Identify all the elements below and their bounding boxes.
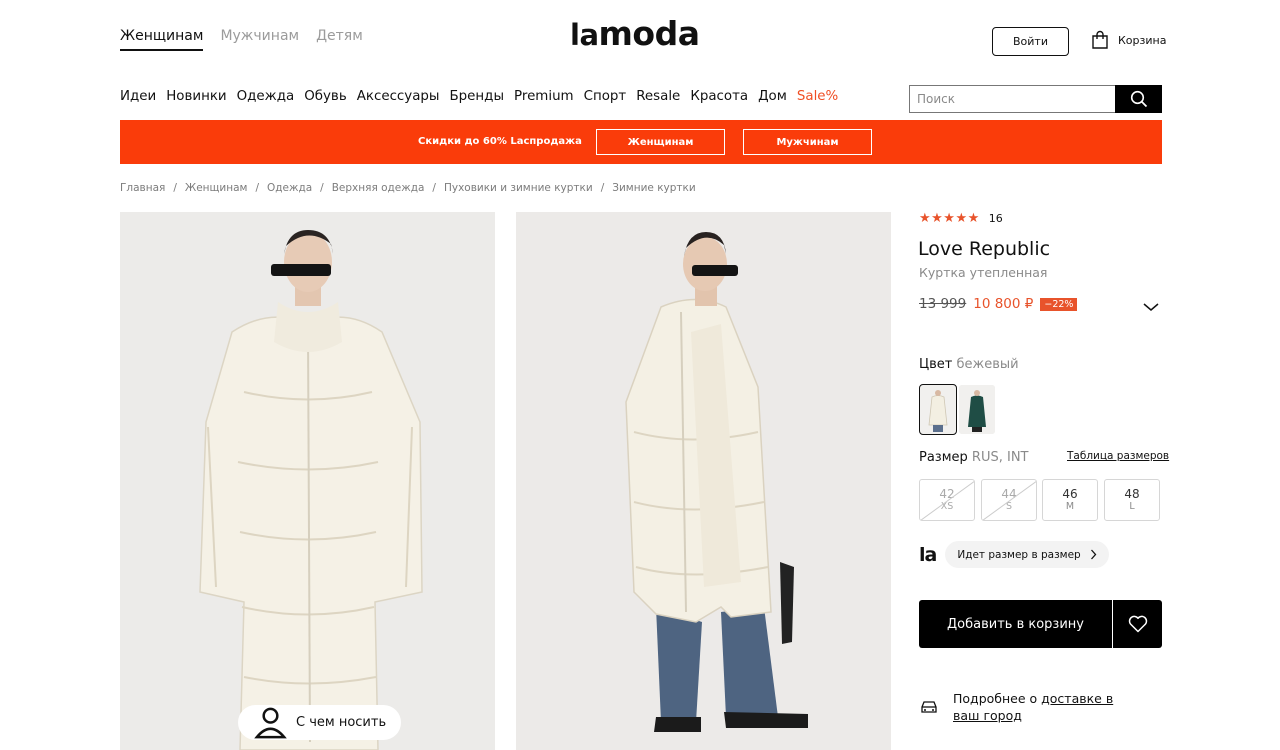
nav-item-accessories[interactable]: Аксессуары <box>357 89 440 104</box>
product-photo-front-image <box>120 212 495 750</box>
product-brand[interactable]: Love Republic <box>918 238 1050 260</box>
size-int: M <box>1065 501 1075 512</box>
main-nav: Идеи Новинки Одежда Обувь Аксессуары Бре… <box>120 89 838 104</box>
breadcrumb-item[interactable]: Главная <box>120 182 165 194</box>
breadcrumb-item[interactable]: Зимние куртки <box>612 182 695 194</box>
how-to-wear-label: С чем носить <box>296 715 387 730</box>
price-row: 13 999 10 800 ₽ −22% <box>919 296 1078 312</box>
new-price: 10 800 ₽ <box>973 296 1034 312</box>
breadcrumb-item[interactable]: Одежда <box>267 182 312 194</box>
cart-label: Корзина <box>1118 33 1167 47</box>
size-rus: 44 <box>1001 487 1017 501</box>
search-box <box>909 85 1162 113</box>
shopping-bag-icon <box>1092 30 1108 49</box>
search-input[interactable] <box>909 85 1115 113</box>
chevron-down-icon <box>1143 303 1159 311</box>
delivery-info: Подробнее о доставке в ваш город <box>919 690 1143 724</box>
size-rus: 48 <box>1124 487 1140 501</box>
chevron-right-icon <box>1090 549 1097 560</box>
person-icon <box>254 707 287 739</box>
discount-badge: −22% <box>1040 297 1078 311</box>
size-label-title: Размер <box>919 450 968 465</box>
product-photo-side[interactable] <box>516 212 891 750</box>
promo-banner: Скидки до 60% Lаспродажа Женщинам Мужчин… <box>120 120 1162 164</box>
rating-stars: ★★★★★ <box>919 211 980 226</box>
nav-item-premium[interactable]: Premium <box>514 89 574 104</box>
nav-item-home[interactable]: Дом <box>758 89 787 104</box>
breadcrumb-separator: / <box>432 182 436 194</box>
nav-item-new[interactable]: Новинки <box>166 89 226 104</box>
search-icon <box>1130 90 1147 108</box>
car-icon <box>921 701 937 713</box>
lamoda-logo[interactable]: lamoda <box>570 14 700 53</box>
size-int: XS <box>940 501 954 512</box>
price-details-toggle[interactable] <box>1142 298 1160 317</box>
nav-item-clothing[interactable]: Одежда <box>237 89 295 104</box>
fit-hint-label: Идет размер в размер <box>957 548 1081 561</box>
breadcrumb-separator: / <box>255 182 260 194</box>
size-int: S <box>1005 501 1013 512</box>
size-option-44[interactable]: 44 S <box>981 479 1037 521</box>
breadcrumb-separator: / <box>173 182 177 194</box>
nav-item-sale[interactable]: Sale% <box>797 89 838 104</box>
fit-hint-pill[interactable]: Идет размер в размер <box>945 541 1109 568</box>
promo-women-button[interactable]: Женщинам <box>596 129 725 155</box>
fit-hint: la Идет размер в размер <box>919 541 1109 568</box>
size-table-link[interactable]: Таблица размеров <box>1067 450 1169 462</box>
gender-tabs: Женщинам Мужчинам Детям <box>120 28 363 51</box>
delivery-text[interactable]: Подробнее о доставке в ваш город <box>953 690 1143 724</box>
coat-thumbnail-beige <box>920 385 956 434</box>
color-label: Цвет бежевый <box>919 357 1019 372</box>
nav-item-shoes[interactable]: Обувь <box>304 89 347 104</box>
product-photo-side-image <box>516 212 891 750</box>
size-rus: 46 <box>1062 487 1078 501</box>
product-type: Куртка утепленная <box>919 265 1048 280</box>
breadcrumb: Главная / Женщинам / Одежда / Верхняя одежд… <box>120 182 696 194</box>
coat-thumbnail-green <box>959 385 995 434</box>
how-to-wear-button[interactable]: С чем носить <box>238 705 402 740</box>
breadcrumb-item[interactable]: Женщинам <box>185 182 248 194</box>
size-option-46[interactable]: 46 M <box>1042 479 1098 521</box>
promo-text: Скидки до 60% Lаспродажа <box>418 136 582 147</box>
breadcrumb-item[interactable]: Пуховики и зимние куртки <box>444 182 593 194</box>
size-rus: 42 <box>939 487 955 501</box>
color-swatch-beige[interactable] <box>919 384 957 435</box>
tab-kids[interactable]: Детям <box>316 28 363 51</box>
nav-item-resale[interactable]: Resale <box>636 89 680 104</box>
logo-suffix: moda <box>598 14 700 53</box>
tab-men[interactable]: Мужчинам <box>220 28 299 51</box>
search-button[interactable] <box>1115 85 1162 113</box>
color-label-title: Цвет <box>919 357 953 372</box>
size-option-42[interactable]: 42 XS <box>919 479 975 521</box>
heart-icon <box>1128 615 1147 633</box>
size-option-48[interactable]: 48 L <box>1104 479 1160 521</box>
rating[interactable]: ★★★★★ 16 <box>919 211 1003 226</box>
nav-item-ideas[interactable]: Идеи <box>120 89 156 104</box>
size-systems: RUS, INT <box>971 450 1029 465</box>
color-swatch-green[interactable] <box>959 385 995 434</box>
nav-item-sport[interactable]: Спорт <box>584 89 627 104</box>
delivery-text-prefix: Подробнее о <box>953 691 1042 706</box>
size-int: L <box>1129 501 1135 512</box>
cart-link[interactable]: Корзина <box>1091 30 1166 50</box>
login-button[interactable]: Войти <box>992 27 1069 56</box>
nav-item-beauty[interactable]: Красота <box>690 89 748 104</box>
breadcrumb-separator: / <box>320 182 324 194</box>
fit-logo: la <box>919 543 937 566</box>
add-to-cart-button[interactable]: Добавить в корзину <box>919 600 1112 648</box>
promo-men-button[interactable]: Мужчинам <box>743 129 872 155</box>
color-value: бежевый <box>956 357 1019 372</box>
breadcrumb-separator: / <box>600 182 605 194</box>
breadcrumb-item[interactable]: Верхняя одежда <box>332 182 425 194</box>
nav-item-brands[interactable]: Бренды <box>450 89 505 104</box>
size-label: Размер RUS, INT <box>919 450 1029 465</box>
review-count: 16 <box>988 212 1003 225</box>
tab-women[interactable]: Женщинам <box>120 28 204 51</box>
product-photo-front[interactable]: С чем носить <box>120 212 495 750</box>
add-to-favorites-button[interactable] <box>1113 600 1162 648</box>
logo-prefix: la <box>570 18 599 52</box>
old-price: 13 999 <box>919 296 967 312</box>
